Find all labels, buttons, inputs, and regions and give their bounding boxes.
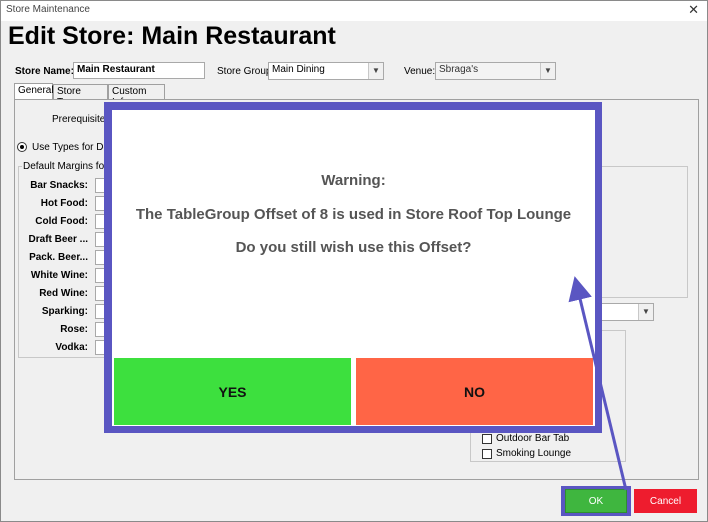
annotation-arrow <box>568 276 628 491</box>
